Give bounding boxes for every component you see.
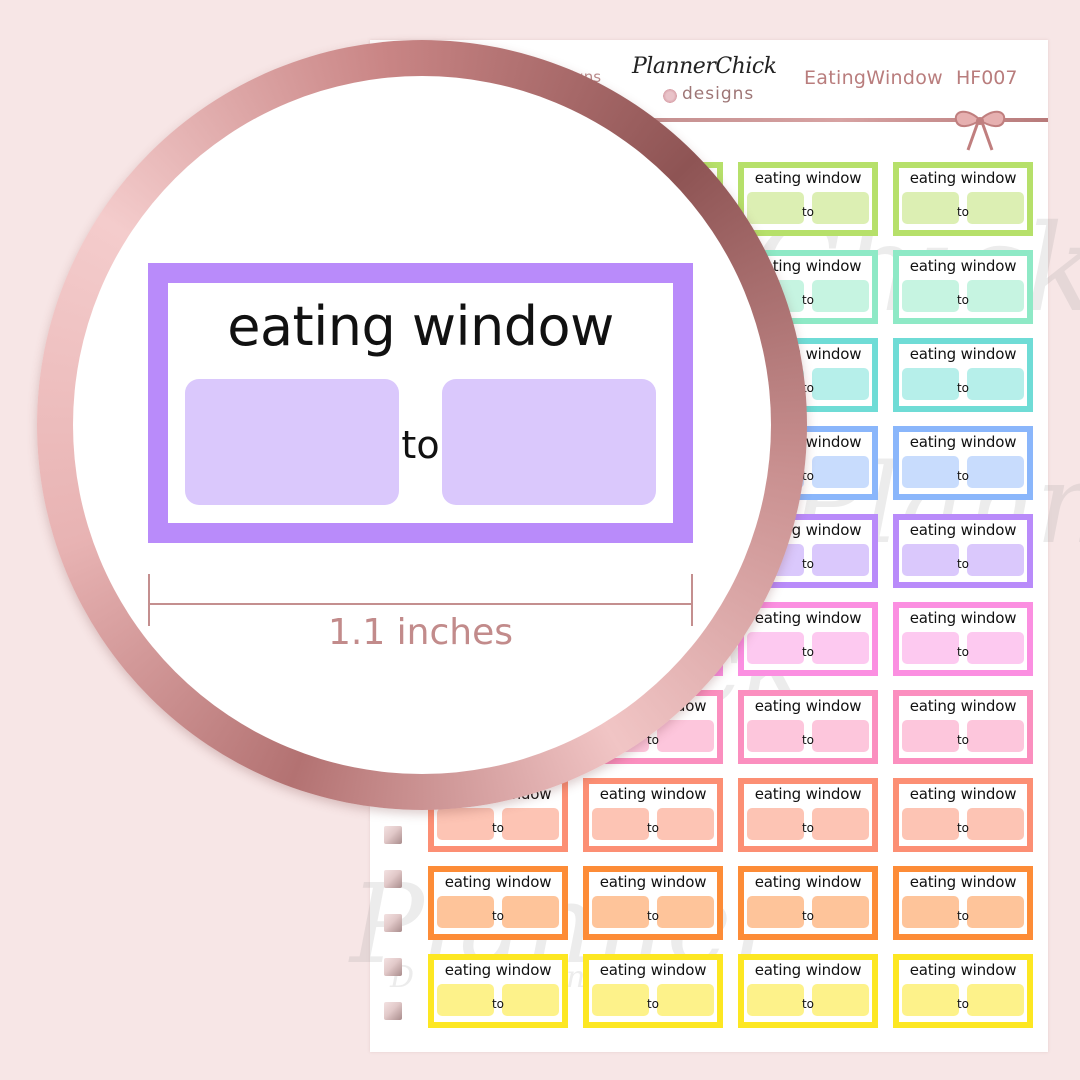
connector-text: to xyxy=(956,293,970,307)
sticker-mint: eating window to xyxy=(893,250,1033,324)
sticker-green: eating window to xyxy=(893,162,1033,236)
sticker-label: eating window xyxy=(444,873,552,891)
connector-text: to xyxy=(801,205,815,219)
sticker-salmon: eating window to xyxy=(893,778,1033,852)
enlarged-sticker: eating window to xyxy=(148,263,693,543)
sticker-magenta: eating window to xyxy=(738,602,878,676)
sticker-label: eating window xyxy=(909,697,1017,715)
sticker-orange: eating window to xyxy=(583,866,723,940)
connector-text: to xyxy=(801,733,815,747)
checkbox-sticker xyxy=(384,1002,402,1020)
checkbox-sticker xyxy=(384,958,402,976)
sticker-label: eating window xyxy=(909,257,1017,275)
connector-text: to xyxy=(491,997,505,1011)
sticker-label: eating window xyxy=(909,609,1017,627)
magnifier-view: eating window to 1.1 inches xyxy=(73,76,771,774)
connector-text: to xyxy=(956,469,970,483)
magnifier-ring: eating window to 1.1 inches xyxy=(37,40,807,810)
sticker-label: eating window xyxy=(754,961,862,979)
connector-text: to xyxy=(956,381,970,395)
connector-text: to xyxy=(956,909,970,923)
dimension-label: 1.1 inches xyxy=(327,612,514,653)
sticker-yellow: eating window to xyxy=(738,954,878,1028)
sticker-label: eating window xyxy=(754,785,862,803)
sticker-label: eating window xyxy=(909,961,1017,979)
connector-text: to xyxy=(491,821,505,835)
connector-text: to xyxy=(646,821,660,835)
sticker-green: eating window to xyxy=(738,162,878,236)
connector-text: to xyxy=(646,909,660,923)
sticker-label: eating window xyxy=(754,609,862,627)
sticker-purple: eating window to xyxy=(893,514,1033,588)
sticker-label: eating window xyxy=(599,961,707,979)
checkbox-sticker xyxy=(384,870,402,888)
sticker-label: eating window xyxy=(227,295,614,358)
product-title: EatingWindow xyxy=(804,67,943,89)
connector-text: to xyxy=(801,997,815,1011)
brand-name: PlannerChick xyxy=(632,54,777,79)
sticker-label: eating window xyxy=(599,785,707,803)
sticker-label: eating window xyxy=(909,521,1017,539)
bow-icon xyxy=(954,110,1006,151)
connector-text: to xyxy=(956,645,970,659)
sticker-label: eating window xyxy=(909,169,1017,187)
connector-text: to xyxy=(801,645,815,659)
connector-text: to xyxy=(401,423,440,467)
brand-sub: designs xyxy=(682,84,755,104)
connector-text: to xyxy=(956,733,970,747)
sticker-yellow: eating window to xyxy=(583,954,723,1028)
sticker-label: eating window xyxy=(754,873,862,891)
connector-text: to xyxy=(956,997,970,1011)
connector-text: to xyxy=(801,909,815,923)
sticker-blue: eating window to xyxy=(893,426,1033,500)
sticker-magenta: eating window to xyxy=(893,602,1033,676)
sticker-teal: eating window to xyxy=(893,338,1033,412)
checkbox-sticker xyxy=(384,826,402,844)
sticker-orange: eating window to xyxy=(428,866,568,940)
connector-text: to xyxy=(801,821,815,835)
checkbox-sticker xyxy=(384,914,402,932)
sticker-label: eating window xyxy=(909,873,1017,891)
connector-text: to xyxy=(956,205,970,219)
flower-icon xyxy=(662,88,678,104)
sticker-salmon: eating window to xyxy=(738,778,878,852)
sticker-label: eating window xyxy=(444,961,552,979)
sticker-salmon: eating window to xyxy=(583,778,723,852)
sticker-label: eating window xyxy=(599,873,707,891)
sticker-orange: eating window to xyxy=(738,866,878,940)
connector-text: to xyxy=(491,909,505,923)
sticker-pink: eating window to xyxy=(738,690,878,764)
sticker-orange: eating window to xyxy=(893,866,1033,940)
product-code: HF007 xyxy=(956,67,1018,89)
sticker-label: eating window xyxy=(754,697,862,715)
connector-text: to xyxy=(956,557,970,571)
sticker-yellow: eating window to xyxy=(428,954,568,1028)
sticker-label: eating window xyxy=(909,345,1017,363)
sticker-yellow: eating window to xyxy=(893,954,1033,1028)
brand-logo: PlannerChick designs xyxy=(632,54,782,114)
sticker-label: eating window xyxy=(909,433,1017,451)
sticker-label: eating window xyxy=(754,169,862,187)
sticker-pink: eating window to xyxy=(893,690,1033,764)
connector-text: to xyxy=(956,821,970,835)
connector-text: to xyxy=(646,997,660,1011)
dimension-line xyxy=(148,603,693,605)
sticker-label: eating window xyxy=(909,785,1017,803)
